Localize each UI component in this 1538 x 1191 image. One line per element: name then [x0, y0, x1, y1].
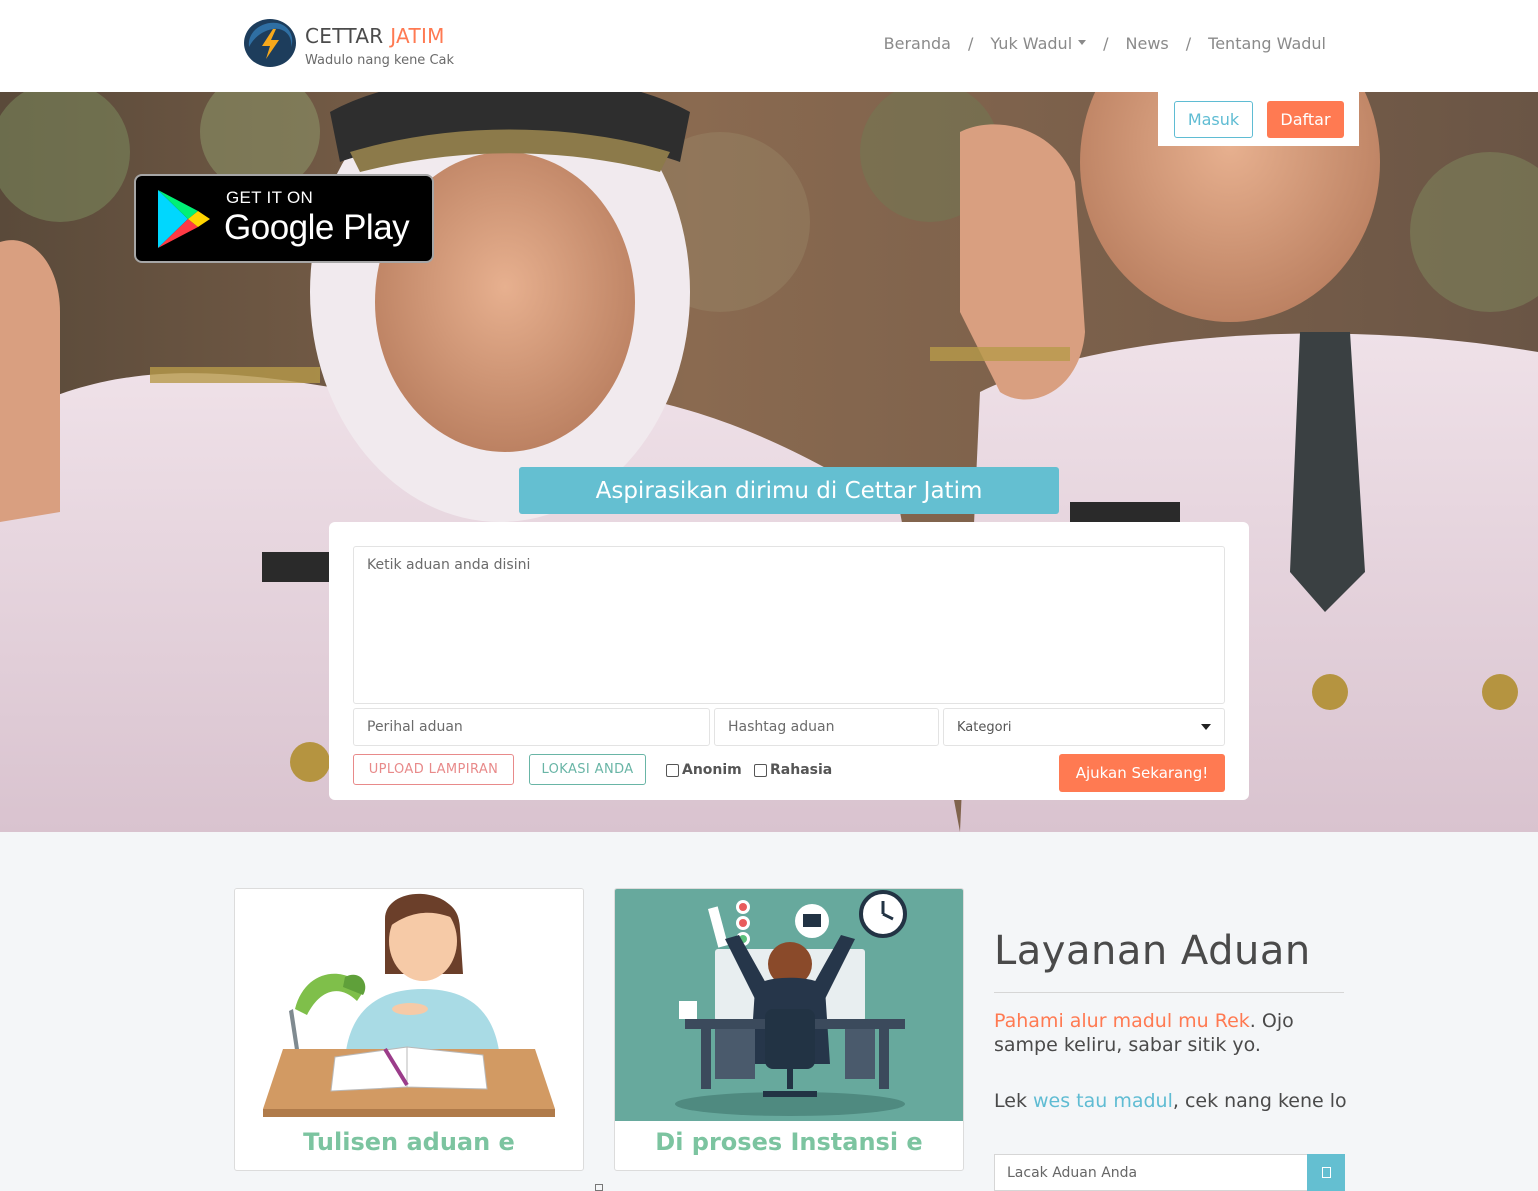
checkbox-box[interactable] — [754, 763, 767, 777]
service-title: Layanan Aduan — [994, 928, 1311, 974]
nav-news[interactable]: News — [1126, 34, 1169, 53]
upload-attachment-button[interactable]: UPLOAD LAMPIRAN — [353, 754, 514, 785]
complaint-textarea[interactable] — [353, 546, 1225, 704]
complaint-flow-link[interactable]: Pahami alur madul mu Rek — [994, 1010, 1250, 1032]
missing-glyph-icon — [595, 1184, 603, 1191]
private-checkbox[interactable]: Rahasia — [754, 762, 832, 778]
service-paragraph-track-start: Lek — [994, 1090, 1033, 1112]
service-paragraph-track-end: , cek nang kene lo — [1172, 1090, 1347, 1112]
complaint-form: Kategori UPLOAD LAMPIRAN LOKASI ANDA Ano… — [329, 522, 1249, 800]
nav-yuk-wadul-label: Yuk Wadul — [990, 34, 1073, 53]
anonymous-label: Anonim — [682, 762, 742, 778]
google-play-big-text: Google Play — [224, 208, 410, 247]
service-paragraph-track: Lek wes tau madul, cek nang kene lo — [994, 1089, 1354, 1113]
location-button[interactable]: LOKASI ANDA — [529, 754, 646, 785]
brand-name-part1: CETTAR — [305, 24, 384, 48]
submit-complaint-button[interactable]: Ajukan Sekarang! — [1059, 754, 1225, 792]
nav-beranda[interactable]: Beranda — [884, 34, 951, 53]
nav-separator: / — [967, 34, 974, 53]
site-header: CETTAR JATIM Wadulo nang kene Cak Berand… — [0, 0, 1538, 92]
chevron-down-icon — [1078, 40, 1087, 45]
already-complained-link[interactable]: wes tau madul — [1033, 1090, 1173, 1112]
track-complaint-input[interactable] — [994, 1154, 1308, 1191]
track-search-button[interactable] — [1307, 1154, 1345, 1191]
missing-glyph-icon — [1321, 1167, 1331, 1178]
login-button[interactable]: Masuk — [1174, 101, 1253, 138]
brand-name-part2: JATIM — [390, 24, 445, 48]
google-play-badge[interactable]: GET IT ON Google Play — [134, 174, 434, 263]
register-button[interactable]: Daftar — [1267, 101, 1344, 138]
auth-panel: Masuk Daftar — [1158, 92, 1359, 146]
step-caption-process: Di proses Instansi e — [655, 1128, 923, 1156]
nav-separator: / — [1103, 34, 1109, 53]
step-card-write: Tulisen aduan e — [234, 888, 584, 1171]
brand-tagline: Wadulo nang kene Cak — [305, 53, 455, 68]
checkbox-box[interactable] — [666, 763, 679, 777]
caret-down-icon — [1201, 724, 1211, 730]
subject-input[interactable] — [353, 708, 710, 746]
nav-tentang-wadul[interactable]: Tentang Wadul — [1208, 34, 1326, 53]
office-worker-illustration — [615, 889, 963, 1121]
nav-yuk-wadul-dropdown[interactable]: Yuk Wadul — [990, 34, 1087, 53]
hero-title: Aspirasikan dirimu di Cettar Jatim — [519, 467, 1059, 514]
google-play-small-text: GET IT ON — [226, 188, 314, 207]
step-card-process: Di proses Instansi e — [614, 888, 964, 1171]
brand-name[interactable]: CETTAR JATIM — [305, 24, 445, 48]
category-select-value: Kategori — [957, 719, 1012, 735]
main-nav: Beranda / Yuk Wadul / News / Tentang Wad… — [884, 34, 1326, 53]
category-select[interactable]: Kategori — [943, 708, 1225, 746]
service-paragraph-flow: Pahami alur madul mu Rek. Ojo sampe keli… — [994, 1009, 1354, 1057]
private-label: Rahasia — [770, 762, 833, 778]
hashtag-input[interactable] — [714, 708, 939, 746]
lightning-logo-icon[interactable] — [243, 17, 297, 69]
service-divider — [994, 992, 1344, 993]
nav-separator: / — [1185, 34, 1192, 53]
google-play-icon — [158, 190, 210, 248]
anonymous-checkbox[interactable]: Anonim — [666, 762, 742, 778]
person-writing-illustration — [235, 889, 583, 1121]
step-caption-write: Tulisen aduan e — [303, 1128, 515, 1156]
